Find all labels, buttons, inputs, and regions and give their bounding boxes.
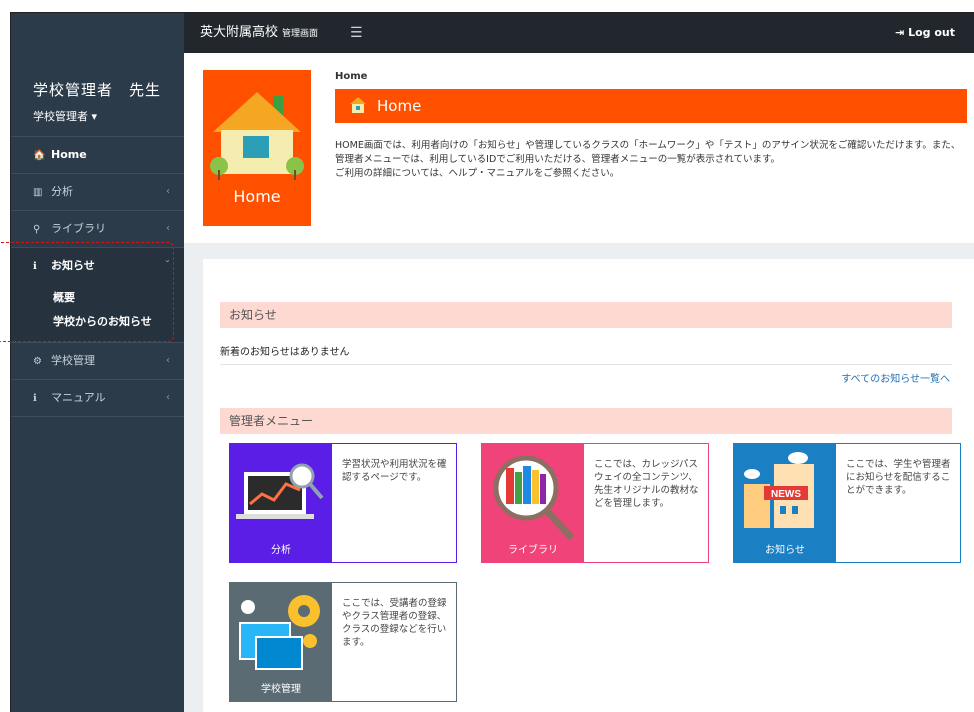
card-description: ここでは、受講者の登録やクラス管理者の登録、クラスの登録などを行います。 xyxy=(342,598,447,648)
sidebar: 学校管理者 先生 学校管理者 ▾ 🏠 Home ▥ 分析 ‹ ⚲ ライブラリ ‹ ℹお… xyxy=(11,13,184,712)
card-description: ここでは、カレッジパスウェイの全コンテンツ、先生オリジナルの教材などを管理します… xyxy=(594,459,699,509)
user-role-dropdown[interactable]: 学校管理者 ▾ xyxy=(33,108,184,124)
page-title-bar: Home xyxy=(335,89,967,123)
dashboard-panel: お知らせ 新着のお知らせはありません すべてのお知らせ一覧へ 管理者メニュー 分… xyxy=(203,259,974,712)
sidebar-item-analysis[interactable]: ▥ 分析 ‹ xyxy=(11,174,184,211)
user-panel: 学校管理者 先生 学校管理者 ▾ xyxy=(11,53,184,137)
notices-card-image: NEWS お知らせ xyxy=(734,444,836,562)
chevron-left-icon: ‹ xyxy=(166,355,170,366)
admin-card-school-admin[interactable]: 学校管理 ここでは、受講者の登録やクラス管理者の登録、クラスの登録などを行います… xyxy=(229,582,457,702)
user-name: 学校管理者 先生 xyxy=(33,81,162,99)
admin-card-analysis[interactable]: 分析 学習状況や利用状況を確認するページです。 xyxy=(229,443,457,563)
analysis-card-image: 分析 xyxy=(230,444,332,562)
home-hero-image: Home xyxy=(203,70,311,226)
breadcrumb: Home xyxy=(335,71,368,82)
hero-image-label: Home xyxy=(233,187,281,206)
card-caption: 学校管理 xyxy=(261,684,301,695)
sidebar-item-manual[interactable]: ℹ マニュアル ‹ xyxy=(11,380,184,417)
sidebar-item-home[interactable]: 🏠 Home xyxy=(11,137,184,174)
hero-section: Home Home Home HOME画面では、利用者向けの「お知らせ」や管理し… xyxy=(184,53,974,243)
highlight-annotation xyxy=(0,242,174,342)
brand[interactable]: 英大附属高校 管理画面 xyxy=(200,13,318,54)
logout-label: Log out xyxy=(908,26,955,39)
brand-subtitle: 管理画面 xyxy=(282,29,319,39)
description-line: ご利用の詳細については、ヘルプ・マニュアルをご参照ください。 xyxy=(335,168,620,179)
home-icon: 🏠 xyxy=(33,150,46,161)
card-caption: 分析 xyxy=(271,545,291,556)
sidebar-item-label: 学校管理 xyxy=(51,354,95,367)
svg-text:NEWS: NEWS xyxy=(771,489,801,500)
house-icon xyxy=(210,92,304,180)
app-frame: 学校管理者 先生 学校管理者 ▾ 🏠 Home ▥ 分析 ‹ ⚲ ライブラリ ‹ ℹお… xyxy=(10,12,974,712)
home-icon xyxy=(350,97,366,113)
menu-toggle-icon[interactable]: ☰ xyxy=(350,13,363,53)
topbar: 英大附属高校 管理画面 ☰ ⇥ Log out xyxy=(184,13,974,53)
info-icon: ℹ xyxy=(33,393,37,404)
card-description: 学習状況や利用状況を確認するページです。 xyxy=(342,459,447,483)
admin-menu-header: 管理者メニュー xyxy=(220,408,952,434)
logout-button[interactable]: ⇥ Log out xyxy=(895,13,955,53)
sidebar-item-label: マニュアル xyxy=(51,391,106,404)
sidebar-item-label: 分析 xyxy=(51,185,73,198)
chevron-left-icon: ‹ xyxy=(166,186,170,197)
news-header: お知らせ xyxy=(220,302,952,328)
brand-name: 英大附属高校 xyxy=(200,25,279,40)
bar-chart-icon: ▥ xyxy=(33,187,43,198)
sidebar-item-label: Home xyxy=(51,148,87,161)
description-line: 管理者メニューでは、利用しているIDでご利用いただける、管理者メニューの一覧が表… xyxy=(335,154,781,165)
news-empty-message: 新着のお知らせはありません xyxy=(220,343,952,365)
sidebar-item-label: ライブラリ xyxy=(51,222,106,235)
school-admin-card-image: 学校管理 xyxy=(230,583,332,701)
sidebar-item-school-admin[interactable]: ⚙ 学校管理 ‹ xyxy=(11,343,184,380)
card-description: ここでは、学生や管理者にお知らせを配信することができます。 xyxy=(846,459,951,496)
description-line: HOME画面では、利用者向けの「お知らせ」や管理しているクラスの「ホームワーク」… xyxy=(335,140,961,151)
main-content: Home Home Home HOME画面では、利用者向けの「お知らせ」や管理し… xyxy=(184,53,974,712)
page-description: HOME画面では、利用者向けの「お知らせ」や管理しているクラスの「ホームワーク」… xyxy=(335,139,967,181)
all-news-link[interactable]: すべてのお知らせ一覧へ xyxy=(841,370,950,385)
gear-icon: ⚙ xyxy=(33,356,42,367)
chevron-left-icon: ‹ xyxy=(166,392,170,403)
logout-icon: ⇥ xyxy=(895,26,909,39)
card-caption: ライブラリ xyxy=(508,545,558,556)
page-title: Home xyxy=(377,97,422,115)
admin-card-library[interactable]: ライブラリ ここでは、カレッジパスウェイの全コンテンツ、先生オリジナルの教材など… xyxy=(481,443,709,563)
library-card-image: ライブラリ xyxy=(482,444,584,562)
card-caption: お知らせ xyxy=(765,545,805,556)
admin-card-notices[interactable]: NEWS お知らせ ここでは、学生や管理者にお知らせを配信することができます。 xyxy=(733,443,961,563)
